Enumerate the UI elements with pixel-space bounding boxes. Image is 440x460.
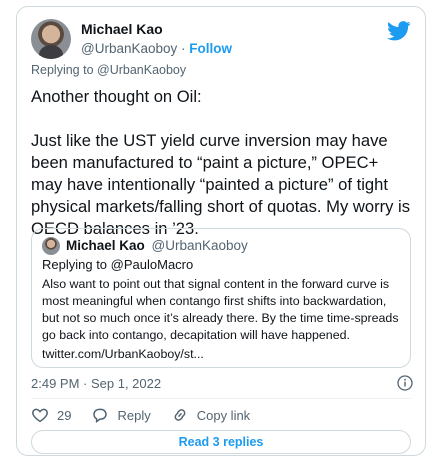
tweet-paragraph: Another thought on Oil: <box>31 87 202 106</box>
follow-button[interactable]: Follow <box>189 41 232 56</box>
replying-to-label: Replying to @UrbanKaoboy <box>31 63 187 77</box>
quoted-author-avatar <box>42 237 60 255</box>
author-avatar[interactable] <box>31 19 71 59</box>
like-button[interactable]: 29 <box>31 406 71 424</box>
quoted-replying-prefix: Replying to <box>42 257 108 272</box>
reply-label: Reply <box>117 407 151 423</box>
author-name[interactable]: Michael Kao <box>81 21 163 37</box>
quoted-tweet-link[interactable]: twitter.com/UrbanKaoboy/st... <box>42 347 204 361</box>
quoted-author-line: Michael Kao @UrbanKaoboy <box>66 238 248 253</box>
info-icon[interactable] <box>397 375 413 391</box>
tweet-paragraph: Just like the UST yield curve inversion … <box>31 131 411 238</box>
quoted-replying-to: Replying to @PauloMacro <box>42 257 193 272</box>
quoted-author-handle: @UrbanKaoboy <box>151 238 248 253</box>
handle-separator: · <box>181 41 186 56</box>
copy-link-button[interactable]: Copy link <box>171 406 250 424</box>
link-icon <box>174 409 186 421</box>
author-handle[interactable]: @UrbanKaoboy <box>81 41 177 56</box>
author-handle-row: @UrbanKaoboy · Follow <box>81 41 232 56</box>
quoted-tweet[interactable]: Michael Kao @UrbanKaoboy Replying to @Pa… <box>31 228 411 368</box>
tweet-timestamp[interactable]: 2:49 PM · Sep 1, 2022 <box>31 376 161 391</box>
divider <box>31 398 411 399</box>
copy-link-label: Copy link <box>196 407 251 423</box>
action-bar: 29 Reply Copy link <box>31 404 270 426</box>
tweet-card: Michael Kao @UrbanKaoboy · Follow Replyi… <box>16 6 426 456</box>
read-replies-button[interactable]: Read 3 replies <box>31 430 411 454</box>
tweet-header: Michael Kao @UrbanKaoboy · Follow <box>31 17 411 61</box>
quoted-author-name: Michael Kao <box>66 238 145 253</box>
quoted-tweet-text: Also want to point out that signal conte… <box>42 277 399 342</box>
quoted-replying-mention[interactable]: @PauloMacro <box>111 257 194 272</box>
reply-bubble-icon <box>93 408 108 423</box>
heart-icon <box>32 408 48 423</box>
twitter-bird-icon[interactable] <box>387 21 411 41</box>
like-count: 29 <box>57 407 72 423</box>
reply-button[interactable]: Reply <box>91 406 151 424</box>
